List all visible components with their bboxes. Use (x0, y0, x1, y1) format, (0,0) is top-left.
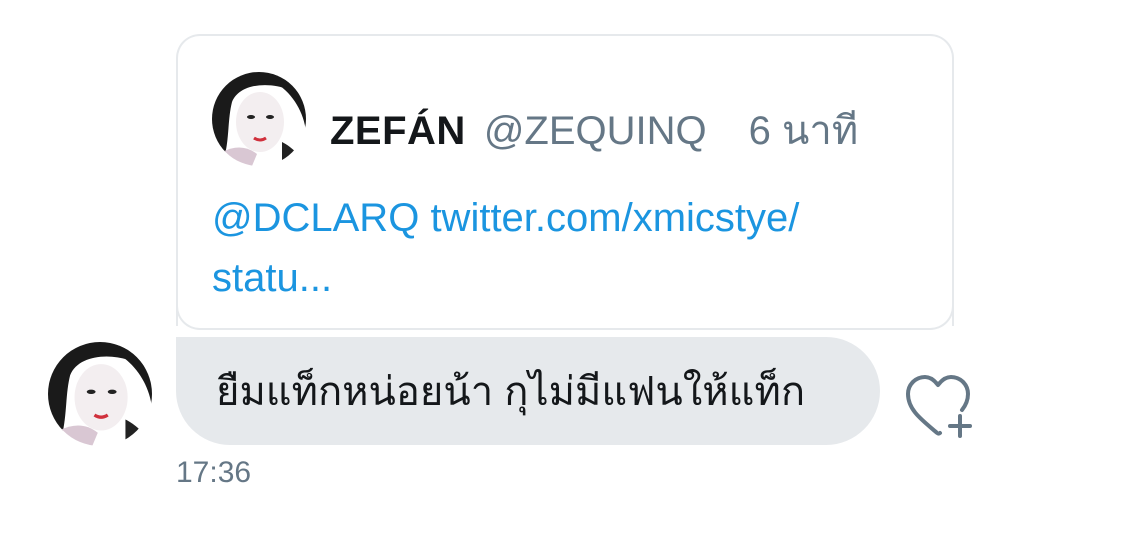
quoted-time: 6 นาที (748, 109, 859, 153)
quoted-tweet-card[interactable]: ZEFÁN @ZEQUINQ 6 นาที @DCLARQ twitter.co… (176, 34, 954, 330)
quoted-tweet-header: ZEFÁN @ZEQUINQ 6 นาที (330, 98, 858, 162)
quoted-handle[interactable]: @ZEQUINQ (484, 109, 707, 154)
message-timestamp: 17:36 (176, 456, 252, 489)
url-link-continued[interactable]: statu... (212, 256, 332, 300)
heart-plus-icon (906, 375, 972, 438)
quoted-tweet-avatar[interactable] (212, 72, 306, 166)
quoted-tweet-text: @DCLARQ twitter.com/xmicstye/ statu... (212, 188, 912, 308)
url-link[interactable]: twitter.com/xmicstye/ (430, 196, 799, 240)
mention-link[interactable]: @DCLARQ (212, 196, 419, 240)
message-bubble[interactable]: ยืมแท็กหน่อยน้า กุไม่มีแฟนให้แท็ก (176, 337, 880, 445)
sender-avatar[interactable] (48, 342, 152, 446)
quoted-display-name[interactable]: ZEFÁN (330, 109, 466, 154)
message-text: ยืมแท็กหน่อยน้า กุไม่มีแฟนให้แท็ก (216, 370, 806, 414)
like-button[interactable] (902, 372, 978, 442)
